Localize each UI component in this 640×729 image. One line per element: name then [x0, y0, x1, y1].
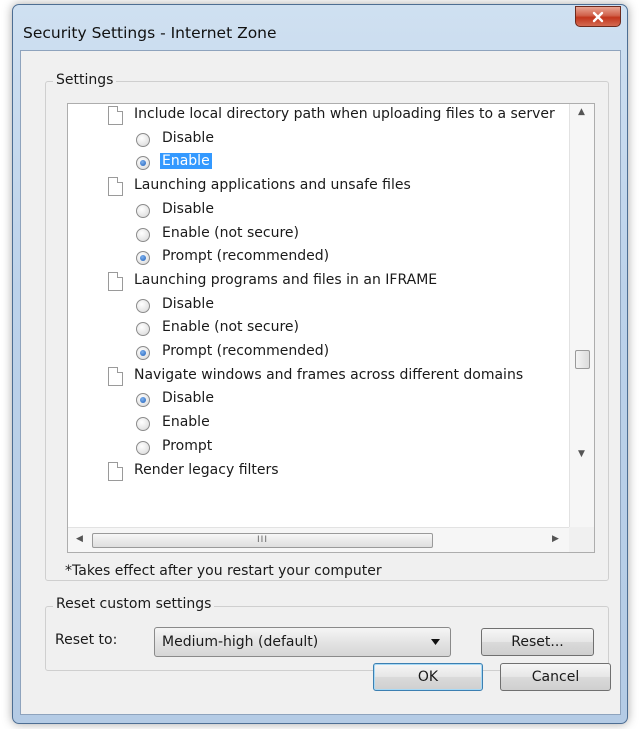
security-settings-dialog: Security Settings - Internet Zone Settin… [12, 4, 628, 724]
reset-group-label: Reset custom settings [53, 596, 215, 612]
setting-option-label: Prompt [162, 437, 213, 454]
setting-option-label: Enable (not secure) [162, 319, 299, 336]
vertical-scroll-thumb[interactable] [575, 350, 590, 369]
setting-option-label: Disable [162, 390, 214, 407]
scroll-right-arrow-icon[interactable]: ▶ [552, 534, 559, 544]
radio-button-icon[interactable] [136, 346, 150, 360]
scroll-down-arrow-icon[interactable]: ▼ [578, 449, 585, 459]
reset-level-dropdown[interactable]: Medium-high (default) [154, 627, 451, 657]
dialog-body: Settings Include local directory path wh… [20, 50, 621, 715]
close-button[interactable] [575, 6, 621, 27]
ok-button[interactable]: OK [373, 663, 483, 691]
scroll-left-arrow-icon[interactable]: ◀ [76, 534, 83, 544]
setting-category-label: Launching programs and files in an IFRAM… [134, 271, 438, 288]
radio-button-icon[interactable] [136, 227, 150, 242]
restart-note: *Takes effect after you restart your com… [65, 563, 382, 579]
setting-category-label: Render legacy filters [134, 461, 279, 478]
horizontal-scroll-thumb[interactable]: III [92, 533, 433, 548]
setting-category-label: Include local directory path when upload… [134, 106, 555, 122]
radio-button-icon[interactable] [136, 203, 150, 218]
radio-button-icon[interactable] [136, 132, 150, 147]
settings-group-label: Settings [53, 72, 117, 88]
setting-option-label: Enable [162, 414, 210, 431]
cancel-button[interactable]: Cancel [500, 663, 611, 691]
radio-button-icon[interactable] [136, 251, 150, 266]
horizontal-scrollbar[interactable]: ◀ III ▶ [68, 527, 570, 552]
vertical-scrollbar[interactable]: ▲ ▼ [569, 104, 594, 529]
scroll-up-arrow-icon[interactable]: ▲ [578, 107, 585, 117]
radio-button-icon[interactable] [136, 417, 150, 432]
setting-option-label: Enable [160, 153, 212, 170]
document-icon [108, 366, 123, 386]
settings-tree[interactable]: Include local directory path when upload… [67, 103, 595, 553]
setting-option-label: Disable [162, 129, 214, 146]
scrollbar-corner [569, 527, 594, 552]
setting-category-label: Navigate windows and frames across diffe… [134, 366, 524, 383]
setting-option-label: Disable [162, 200, 214, 217]
radio-button-icon[interactable] [136, 440, 150, 455]
radio-button-icon[interactable] [136, 298, 150, 313]
reset-level-value: Medium-high (default) [162, 634, 319, 650]
dialog-title: Security Settings - Internet Zone [23, 24, 277, 42]
close-icon [592, 11, 604, 22]
document-icon [108, 271, 123, 291]
radio-button-icon[interactable] [136, 393, 150, 408]
document-icon [108, 106, 123, 125]
chevron-down-icon [431, 639, 440, 645]
reset-button[interactable]: Reset... [481, 628, 594, 656]
reset-to-label: Reset to: [55, 632, 118, 648]
setting-category-label: Launching applications and unsafe files [134, 177, 411, 194]
radio-button-icon[interactable] [136, 322, 150, 337]
radio-button-icon[interactable] [136, 156, 150, 171]
setting-option-label: Enable (not secure) [162, 224, 299, 241]
document-icon [108, 177, 123, 197]
setting-option-label: Prompt (recommended) [162, 343, 330, 359]
document-icon [108, 461, 123, 481]
setting-option-label: Prompt (recommended) [162, 248, 330, 265]
setting-option-label: Disable [162, 295, 214, 312]
settings-tree-content: Include local directory path when upload… [68, 104, 570, 529]
